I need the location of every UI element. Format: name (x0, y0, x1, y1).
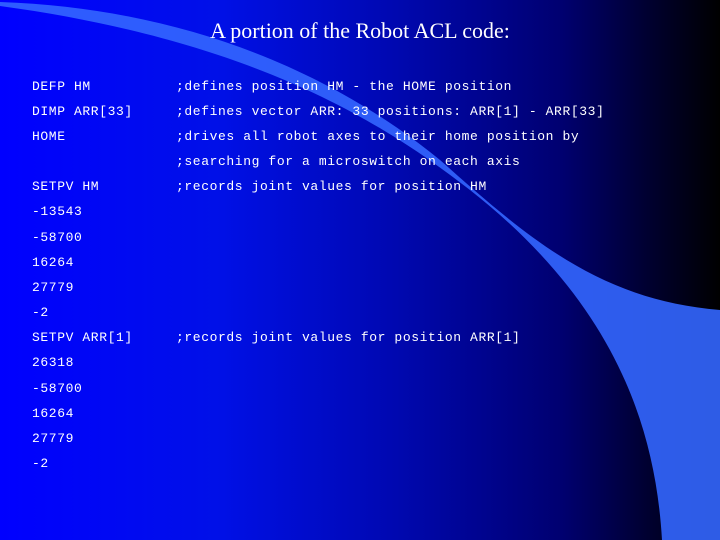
joint-value: -2 (32, 305, 49, 320)
joint-value: 26318 (32, 355, 75, 370)
code-command: SETPV HM (32, 179, 100, 194)
code-comment: ;searching for a microswitch on each axi… (176, 154, 521, 169)
code-comment: ;defines position HM - the HOME position (176, 79, 513, 94)
joint-value: 16264 (32, 406, 75, 421)
joint-value: 27779 (32, 431, 75, 446)
code-command: DEFP HM (32, 79, 91, 94)
slide-title: A portion of the Robot ACL code: (210, 18, 510, 43)
code-comment: ;drives all robot axes to their home pos… (176, 129, 580, 144)
joint-value: 27779 (32, 280, 75, 295)
joint-value: -58700 (32, 381, 83, 396)
joint-value: 16264 (32, 255, 75, 270)
code-comment: ;records joint values for position HM (176, 179, 487, 194)
joint-value: -2 (32, 456, 49, 471)
joint-value: -58700 (32, 230, 83, 245)
code-comment: ;defines vector ARR: 33 positions: ARR[1… (176, 104, 605, 119)
slide: A portion of the Robot ACL code: DEFP HM… (0, 0, 720, 540)
code-command: SETPV ARR[1] (32, 330, 133, 345)
joint-value: -13543 (32, 204, 83, 219)
code-comment: ;records joint values for position ARR[1… (176, 330, 521, 345)
code-command: HOME (32, 129, 66, 144)
code-command: DIMP ARR[33] (32, 104, 133, 119)
